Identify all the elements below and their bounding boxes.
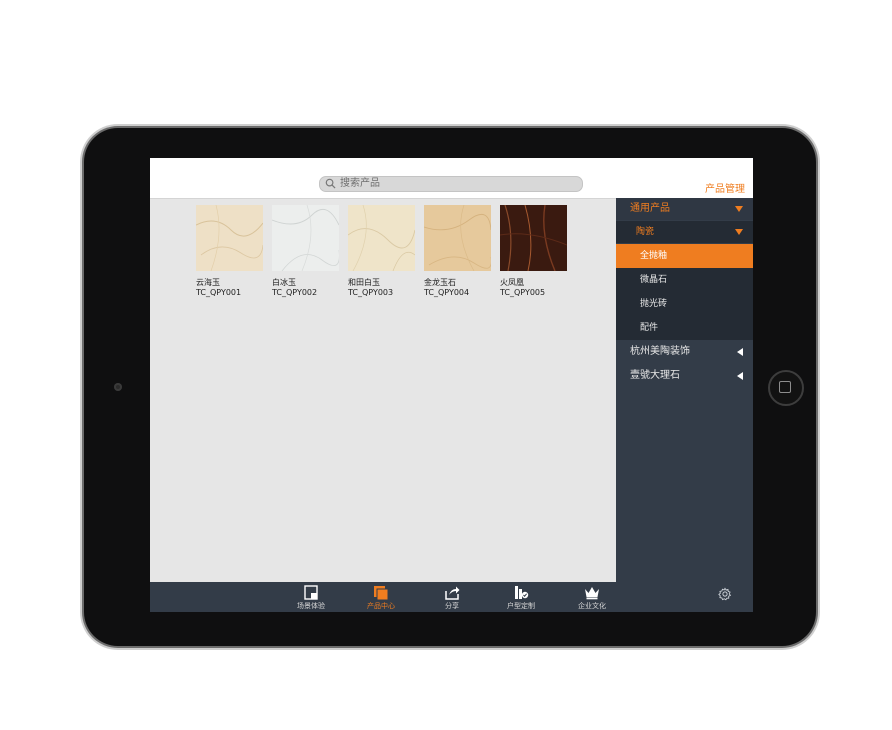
sidebar-item-label: 通用产品 bbox=[630, 203, 670, 214]
tab-label: 户型定制 bbox=[507, 602, 535, 610]
tab-corporate-culture[interactable]: 企业文化 bbox=[562, 582, 622, 612]
top-bar: 搜索产品 产品管理 bbox=[150, 158, 753, 199]
tab-label: 企业文化 bbox=[578, 602, 606, 610]
sidebar-item-label: 微晶石 bbox=[640, 275, 668, 285]
sidebar-item-general[interactable]: 通用产品 bbox=[616, 198, 753, 220]
sidebar-subitem-polished-tile[interactable]: 抛光砖 bbox=[616, 292, 753, 316]
product-code: TC_QPY001 bbox=[196, 288, 242, 297]
product-center-icon bbox=[374, 586, 389, 600]
sidebar-item-label: 陶瓷 bbox=[636, 227, 655, 237]
sidebar-item-label: 全抛釉 bbox=[640, 251, 668, 261]
sidebar-item-label: 壹號大理石 bbox=[630, 370, 680, 381]
search-icon bbox=[325, 178, 336, 189]
product-card[interactable]: 火凤凰 TC_QPY005 bbox=[499, 204, 570, 298]
product-name: 金龙玉石 bbox=[424, 278, 456, 287]
product-name: 云海玉 bbox=[196, 278, 220, 287]
product-card[interactable]: 金龙玉石 TC_QPY004 bbox=[423, 204, 494, 298]
product-thumbnail bbox=[195, 204, 264, 272]
app-screen: 搜索产品 产品管理 云海玉 TC_QPY001 白冰玉 TC_QPY002 和田… bbox=[150, 158, 753, 612]
sidebar-item-label: 杭州美陶装饰 bbox=[630, 346, 690, 357]
product-card[interactable]: 云海玉 TC_QPY001 bbox=[195, 204, 266, 298]
product-code: TC_QPY002 bbox=[272, 288, 318, 297]
sidebar-item-brand-hangzhou[interactable]: 杭州美陶装饰 bbox=[616, 340, 753, 364]
tab-label: 场景体验 bbox=[297, 602, 325, 610]
tab-label: 分享 bbox=[445, 602, 459, 610]
chevron-left-icon bbox=[737, 372, 743, 380]
tab-floorplan-custom[interactable]: 户型定制 bbox=[491, 582, 551, 612]
product-code: TC_QPY004 bbox=[424, 288, 470, 297]
sidebar-item-label: 配件 bbox=[640, 323, 659, 333]
home-button[interactable] bbox=[768, 370, 804, 406]
share-icon bbox=[445, 586, 460, 600]
tab-product-center[interactable]: 产品中心 bbox=[351, 582, 411, 612]
floorplan-icon bbox=[515, 586, 529, 599]
product-name: 火凤凰 bbox=[500, 278, 524, 287]
gear-icon[interactable] bbox=[718, 587, 732, 601]
sidebar-item-label: 抛光砖 bbox=[640, 299, 668, 309]
product-name: 和田白玉 bbox=[348, 278, 380, 287]
product-card[interactable]: 和田白玉 TC_QPY003 bbox=[347, 204, 418, 298]
sidebar-item-ceramic[interactable]: 陶瓷 bbox=[616, 221, 753, 243]
crown-icon bbox=[585, 587, 599, 600]
search-placeholder: 搜索产品 bbox=[340, 178, 380, 189]
camera-icon bbox=[114, 383, 122, 391]
sidebar-subitem-full-glaze[interactable]: 全抛釉 bbox=[616, 244, 753, 268]
product-code: TC_QPY003 bbox=[348, 288, 394, 297]
sidebar-item-brand-yihao[interactable]: 壹號大理石 bbox=[616, 364, 753, 388]
bottom-tab-bar: 场景体验 产品中心 分享 户型定制 企业文化 bbox=[150, 582, 616, 612]
product-thumbnail bbox=[271, 204, 340, 272]
search-input[interactable]: 搜索产品 bbox=[319, 176, 583, 192]
product-thumbnail bbox=[499, 204, 568, 272]
sidebar-subitem-accessories[interactable]: 配件 bbox=[616, 316, 753, 340]
product-name: 白冰玉 bbox=[272, 278, 296, 287]
tab-share[interactable]: 分享 bbox=[422, 582, 482, 612]
product-thumbnail bbox=[423, 204, 492, 272]
scene-icon bbox=[304, 585, 318, 600]
product-code: TC_QPY005 bbox=[500, 288, 546, 297]
product-thumbnail bbox=[347, 204, 416, 272]
tab-label: 产品中心 bbox=[367, 602, 395, 610]
category-sidebar: 通用产品 陶瓷 全抛釉 微晶石 抛光砖 配件 杭州美陶装饰 壹號大理石 bbox=[616, 198, 753, 612]
chevron-down-icon bbox=[735, 229, 743, 235]
chevron-down-icon bbox=[735, 206, 743, 212]
sidebar-subitem-microcrystal[interactable]: 微晶石 bbox=[616, 268, 753, 292]
tab-scene-experience[interactable]: 场景体验 bbox=[281, 582, 341, 612]
chevron-left-icon bbox=[737, 348, 743, 356]
home-square-icon bbox=[779, 381, 791, 393]
product-card[interactable]: 白冰玉 TC_QPY002 bbox=[271, 204, 342, 298]
page-title: 产品管理 bbox=[705, 184, 745, 195]
